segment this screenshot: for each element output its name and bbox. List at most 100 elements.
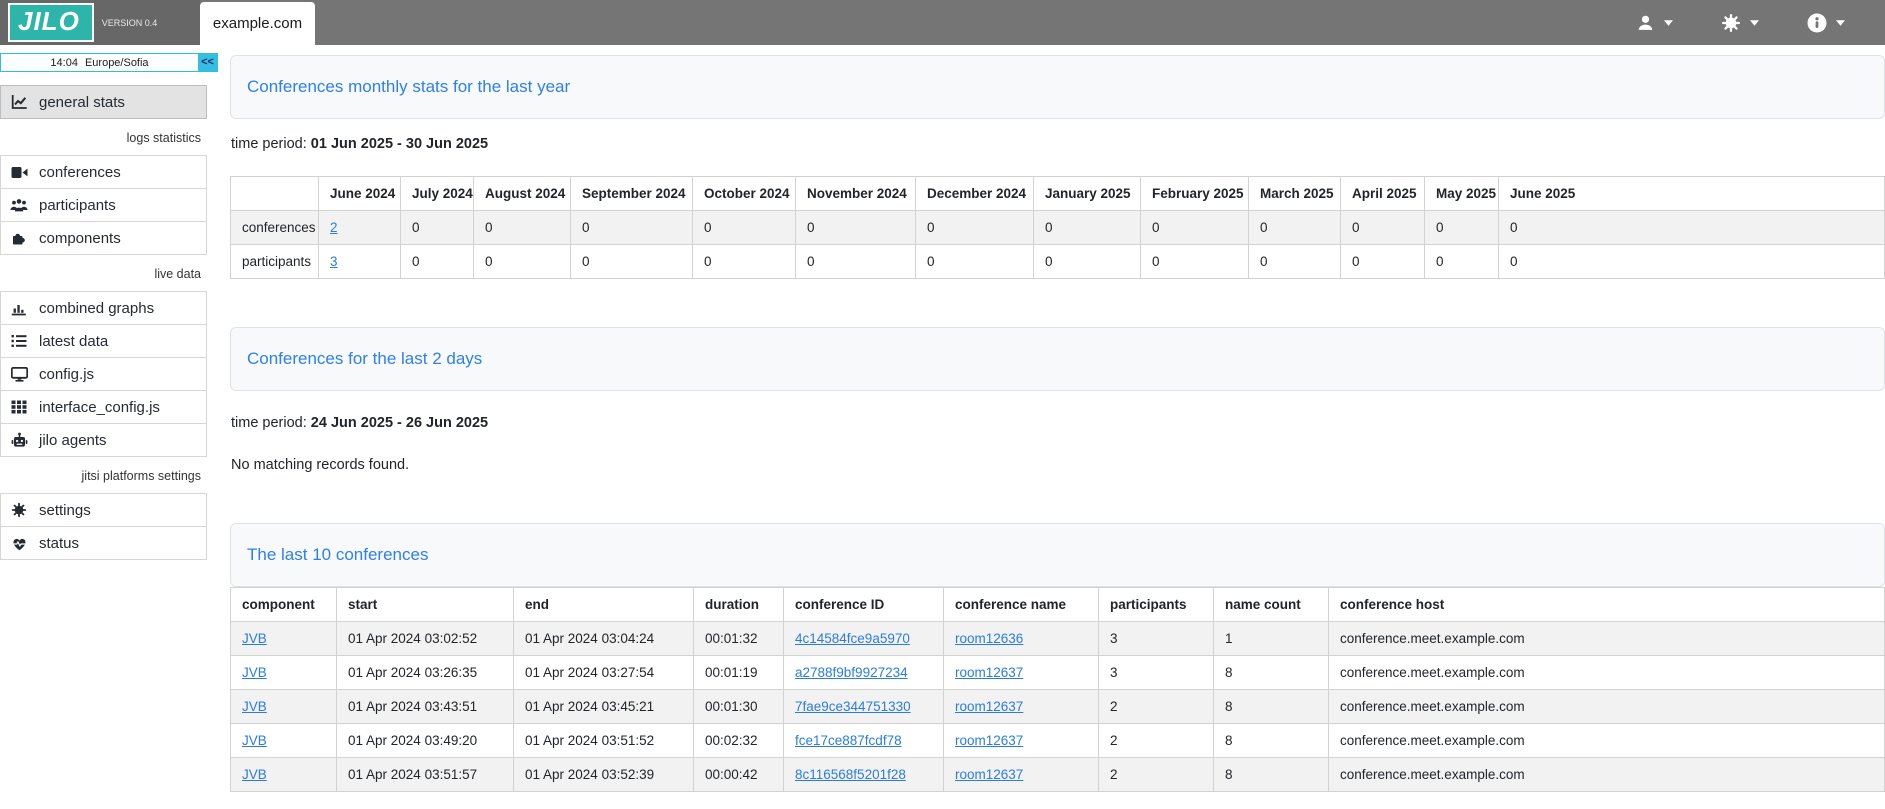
jilo-logo[interactable]: JILO [8,3,94,42]
cell: fce17ce887fcdf78 [784,724,944,758]
monthly-stats-title: Conferences monthly stats for the last y… [247,76,1868,98]
column-header: November 2024 [796,177,916,211]
cell: room12636 [944,622,1099,656]
last10-header-row: component start end duration conference … [231,588,1885,622]
cell: 0 [474,211,571,245]
no-records-message: No matching records found. [230,457,1885,473]
monthly-stats-table: June 2024 July 2024 August 2024 Septembe… [230,176,1885,279]
sidebar-item-participants[interactable]: participants [0,188,207,222]
table-cells-icon [10,399,28,416]
sidebar-item-status[interactable]: status [0,526,207,560]
column-header: end [514,588,694,622]
column-header: January 2025 [1034,177,1141,211]
heart-pulse-icon [10,535,28,552]
cell: 2 [1099,724,1214,758]
column-header: March 2025 [1249,177,1341,211]
chart-line-icon [10,94,28,111]
sidebar-item-config-js[interactable]: config.js [0,357,207,391]
column-header: June 2025 [1499,177,1885,211]
conference-name-link[interactable]: room12636 [955,631,1023,646]
sidebar-item-components[interactable]: components [0,221,207,255]
sidebar-item-label: interface_config.js [39,399,160,416]
conference-id-link[interactable]: 4c14584fce9a5970 [795,631,910,646]
cell: JVB [231,758,337,792]
row-label: participants [231,245,319,279]
cell: 0 [1034,211,1141,245]
component-link[interactable]: JVB [242,631,267,646]
sidebar-item-conferences[interactable]: conferences [0,155,207,189]
conference-id-link[interactable]: fce17ce887fcdf78 [795,733,902,748]
column-header: June 2024 [319,177,401,211]
cell: 3 [1099,656,1214,690]
cell: 0 [1499,211,1885,245]
cell: conference.meet.example.com [1329,690,1885,724]
sidebar-item-interface-config-js[interactable]: interface_config.js [0,390,207,424]
sidebar-collapse-button[interactable]: << [198,54,217,71]
cell: 01 Apr 2024 03:51:57 [337,758,514,792]
cell: 00:02:32 [694,724,784,758]
last-10-conferences-table: component start end duration conference … [230,587,1885,792]
last-2-days-time-period: time period: 24 Jun 2025 - 26 Jun 2025 [230,415,1885,431]
column-header: duration [694,588,784,622]
cell: 0 [401,245,474,279]
cell: 0 [1425,245,1499,279]
column-header: July 2024 [401,177,474,211]
conference-name-link[interactable]: room12637 [955,665,1023,680]
conference-name-link[interactable]: room12637 [955,733,1023,748]
info-menu[interactable] [1807,13,1845,33]
participants-count-link[interactable]: 3 [330,254,338,269]
cell: JVB [231,622,337,656]
clock-text: 14:04 Europe/Sofia [1,54,198,71]
component-link[interactable]: JVB [242,665,267,680]
sidebar-item-label: config.js [39,366,94,383]
conference-id-link[interactable]: a2788f9bf9927234 [795,665,908,680]
component-link[interactable]: JVB [242,733,267,748]
cell: JVB [231,690,337,724]
cell: 8 [1214,758,1329,792]
conferences-count-link[interactable]: 2 [330,220,338,235]
component-link[interactable]: JVB [242,767,267,782]
sidebar-item-label: conferences [39,164,121,181]
conference-name-link[interactable]: room12637 [955,767,1023,782]
cell: 0 [401,211,474,245]
conference-name-link[interactable]: room12637 [955,699,1023,714]
cell: 01 Apr 2024 03:27:54 [514,656,694,690]
cell: 01 Apr 2024 03:26:35 [337,656,514,690]
clock-widget: 14:04 Europe/Sofia << [0,53,218,72]
cell: 8c116568f5201f28 [784,758,944,792]
sidebar-item-general-stats[interactable]: general stats [0,85,207,119]
display-icon [10,366,28,383]
cell: room12637 [944,690,1099,724]
conference-id-link[interactable]: 8c116568f5201f28 [795,767,906,782]
column-header: conference ID [784,588,944,622]
section-label-live-data: live data [0,267,207,281]
tab-example-com[interactable]: example.com [200,2,315,45]
cell: JVB [231,724,337,758]
cell: 0 [1141,211,1249,245]
cell: 00:00:42 [694,758,784,792]
last-2-days-heading-card: Conferences for the last 2 days [230,327,1885,391]
section-label-jitsi-platforms-settings: jitsi platforms settings [0,469,207,483]
sidebar-item-latest-data[interactable]: latest data [0,324,207,358]
sidebar-item-settings[interactable]: settings [0,493,207,527]
user-menu[interactable] [1636,14,1673,31]
sidebar-item-label: status [39,535,79,552]
main-content: Conferences monthly stats for the last y… [218,45,1885,809]
cell: 0 [1499,245,1885,279]
cell: 0 [1249,245,1341,279]
clock-timezone: Europe/Sofia [85,57,149,69]
component-link[interactable]: JVB [242,699,267,714]
sidebar-item-label: jilo agents [39,432,107,449]
last-10-conferences-heading-card: The last 10 conferences [230,523,1885,587]
section-label-logs-statistics: logs statistics [0,131,207,145]
settings-menu[interactable] [1721,13,1759,33]
sidebar-item-label: general stats [39,94,125,111]
cell: 0 [1249,211,1341,245]
cell: 4c14584fce9a5970 [784,622,944,656]
cell: 00:01:30 [694,690,784,724]
table-row: JVB 01 Apr 2024 03:26:35 01 Apr 2024 03:… [231,656,1885,690]
cell: conference.meet.example.com [1329,656,1885,690]
sidebar-item-jilo-agents[interactable]: jilo agents [0,423,207,457]
sidebar-item-combined-graphs[interactable]: combined graphs [0,291,207,325]
conference-id-link[interactable]: 7fae9ce344751330 [795,699,911,714]
